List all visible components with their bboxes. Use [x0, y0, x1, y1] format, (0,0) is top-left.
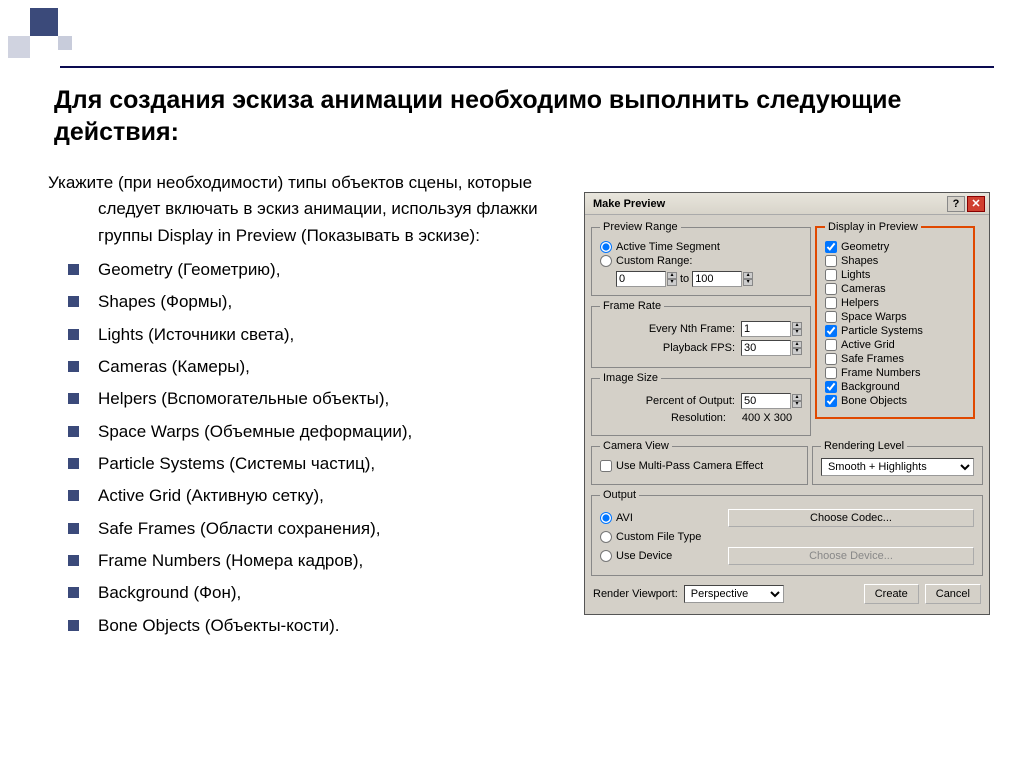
- display-check-bone-objects[interactable]: Bone Objects: [825, 395, 965, 407]
- image-size-legend: Image Size: [600, 372, 661, 384]
- output-legend: Output: [600, 489, 639, 501]
- bullet-item: Geometry (Геометрию),: [48, 257, 568, 283]
- cancel-button[interactable]: Cancel: [925, 584, 981, 604]
- camera-view-legend: Camera View: [600, 440, 672, 452]
- use-device-radio[interactable]: Use Device: [600, 550, 720, 562]
- frame-rate-group: Frame Rate Every Nth Frame:▴▾ Playback F…: [591, 300, 811, 368]
- bullet-item: Bone Objects (Объекты-кости).: [48, 613, 568, 639]
- display-check-helpers[interactable]: Helpers: [825, 297, 965, 309]
- bullet-item: Active Grid (Активную сетку),: [48, 483, 568, 509]
- display-legend: Display in Preview: [825, 221, 921, 233]
- choose-device-button[interactable]: Choose Device...: [728, 547, 974, 565]
- dialog-titlebar[interactable]: Make Preview ? ✕: [585, 193, 989, 215]
- choose-codec-button[interactable]: Choose Codec...: [728, 509, 974, 527]
- camera-view-group: Camera View Use Multi-Pass Camera Effect: [591, 440, 808, 485]
- bullet-item: Cameras (Камеры),: [48, 354, 568, 380]
- dialog-title: Make Preview: [589, 198, 945, 210]
- make-preview-dialog: Make Preview ? ✕ Preview Range Active Ti…: [584, 192, 990, 615]
- range-to-input[interactable]: [692, 271, 742, 287]
- frame-rate-legend: Frame Rate: [600, 300, 664, 312]
- bullet-item: Space Warps (Объемные деформации),: [48, 419, 568, 445]
- create-button[interactable]: Create: [864, 584, 919, 604]
- display-check-frame-numbers[interactable]: Frame Numbers: [825, 367, 965, 379]
- nth-frame-input[interactable]: [741, 321, 791, 337]
- resolution-value: 400 X 300: [732, 412, 802, 424]
- close-button[interactable]: ✕: [967, 196, 985, 212]
- bullet-item: Background (Фон),: [48, 580, 568, 606]
- custom-file-radio[interactable]: Custom File Type: [600, 531, 974, 543]
- intro-text: Укажите (при необходимости) типы объекто…: [48, 170, 568, 249]
- slide-title: Для создания эскиза анимации необходимо …: [54, 84, 984, 148]
- fps-input[interactable]: [741, 340, 791, 356]
- display-check-background[interactable]: Background: [825, 381, 965, 393]
- display-check-safe-frames[interactable]: Safe Frames: [825, 353, 965, 365]
- rendering-level-group: Rendering Level Smooth + Highlights: [812, 440, 983, 485]
- bullet-list: Geometry (Геометрию), Shapes (Формы), Lig…: [48, 257, 568, 639]
- bullet-item: Shapes (Формы),: [48, 289, 568, 315]
- output-group: Output AVI Choose Codec... Custom File T…: [591, 489, 983, 576]
- render-viewport-label: Render Viewport:: [593, 588, 678, 600]
- display-check-cameras[interactable]: Cameras: [825, 283, 965, 295]
- display-check-shapes[interactable]: Shapes: [825, 255, 965, 267]
- preview-range-group: Preview Range Active Time Segment Custom…: [591, 221, 811, 296]
- decorative-line: [60, 66, 994, 68]
- help-button[interactable]: ?: [947, 196, 965, 212]
- display-in-preview-group: Display in Preview Geometry Shapes Lights C…: [815, 221, 975, 419]
- display-check-active-grid[interactable]: Active Grid: [825, 339, 965, 351]
- percent-output-input[interactable]: [741, 393, 791, 409]
- display-check-space-warps[interactable]: Space Warps: [825, 311, 965, 323]
- rendering-level-legend: Rendering Level: [821, 440, 907, 452]
- avi-radio[interactable]: AVI: [600, 512, 720, 524]
- rendering-level-select[interactable]: Smooth + Highlights: [821, 458, 974, 476]
- preview-range-legend: Preview Range: [600, 221, 681, 233]
- range-from-input[interactable]: [616, 271, 666, 287]
- image-size-group: Image Size Percent of Output:▴▾ Resoluti…: [591, 372, 811, 436]
- bullet-item: Safe Frames (Области сохранения),: [48, 516, 568, 542]
- display-check-particle-systems[interactable]: Particle Systems: [825, 325, 965, 337]
- display-check-lights[interactable]: Lights: [825, 269, 965, 281]
- render-viewport-select[interactable]: Perspective: [684, 585, 784, 603]
- bullet-item: Frame Numbers (Номера кадров),: [48, 548, 568, 574]
- multipass-check[interactable]: Use Multi-Pass Camera Effect: [600, 460, 799, 472]
- bullet-item: Lights (Источники света),: [48, 322, 568, 348]
- bullet-item: Helpers (Вспомогательные объекты),: [48, 386, 568, 412]
- custom-range-radio[interactable]: Custom Range:: [600, 255, 802, 267]
- display-check-geometry[interactable]: Geometry: [825, 241, 965, 253]
- bullet-item: Particle Systems (Системы частиц),: [48, 451, 568, 477]
- active-time-radio[interactable]: Active Time Segment: [600, 241, 802, 253]
